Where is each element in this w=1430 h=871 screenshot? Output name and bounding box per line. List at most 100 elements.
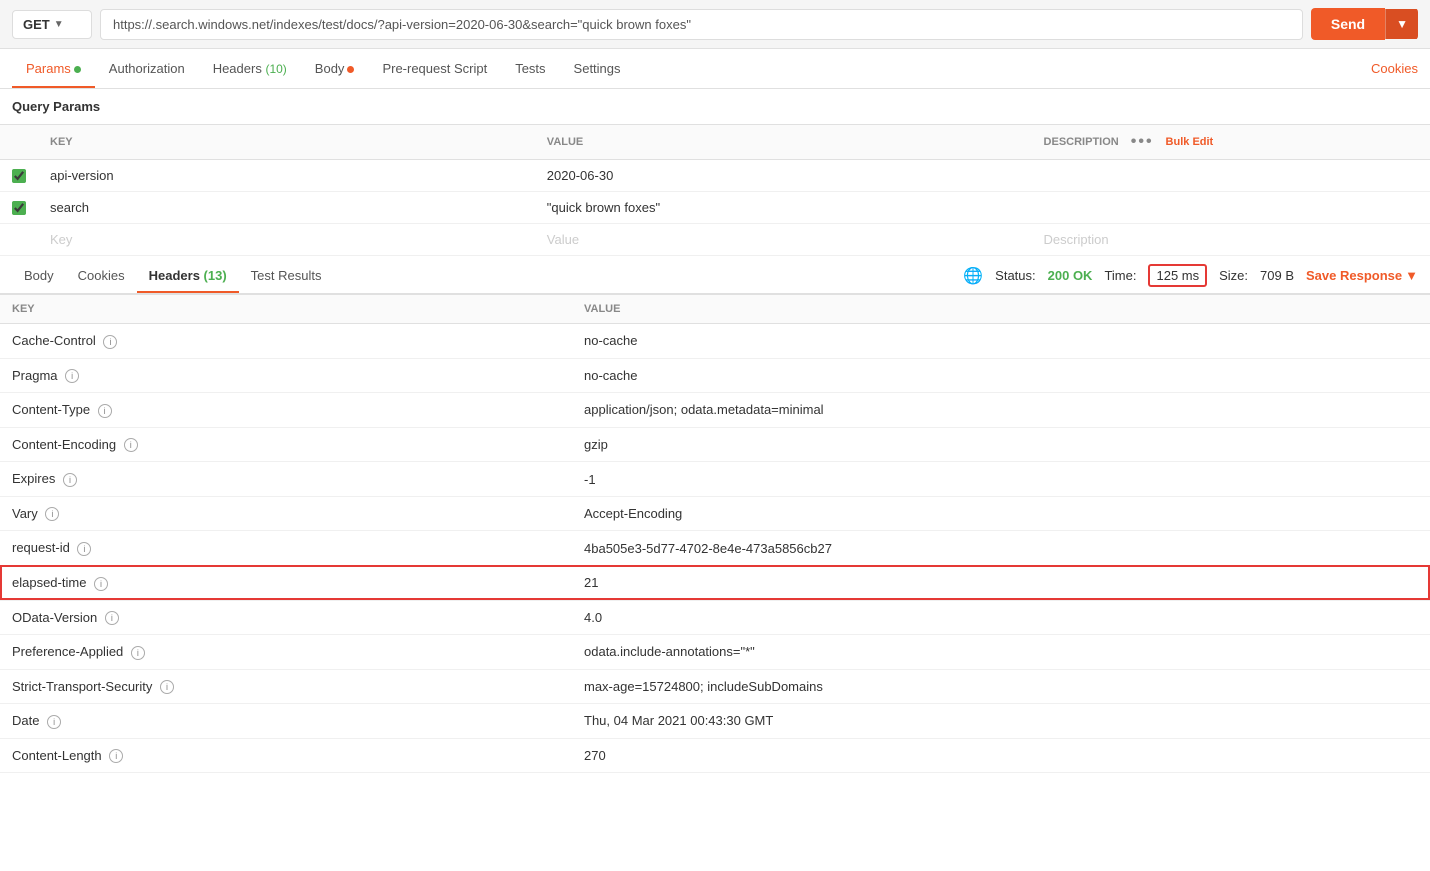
tab-tests[interactable]: Tests <box>501 49 559 88</box>
resp-tab-testresults[interactable]: Test Results <box>239 258 334 293</box>
save-response-button[interactable]: Save Response ▼ <box>1306 268 1418 283</box>
response-tabs: Body Cookies Headers (13) Test Results 🌐… <box>0 258 1430 294</box>
body-dot <box>347 66 354 73</box>
header-val-8: 4.0 <box>572 600 1430 635</box>
size-value: 709 B <box>1260 268 1294 283</box>
table-row: request-id i 4ba505e3-5d77-4702-8e4e-473… <box>0 531 1430 566</box>
info-icon-12[interactable]: i <box>109 749 123 763</box>
header-val-2: application/json; odata.metadata=minimal <box>572 393 1430 428</box>
table-row: Vary i Accept-Encoding <box>0 496 1430 531</box>
row2-checkbox[interactable] <box>12 201 26 215</box>
header-key-6: request-id i <box>0 531 572 566</box>
table-row: api-version 2020-06-30 <box>0 160 1430 192</box>
info-icon-2[interactable]: i <box>98 404 112 418</box>
table-row: Cache-Control i no-cache <box>0 324 1430 359</box>
header-val-1: no-cache <box>572 358 1430 393</box>
row2-description <box>1032 192 1430 224</box>
header-key-7: elapsed-time i <box>0 565 572 600</box>
row1-value: 2020-06-30 <box>535 160 1032 192</box>
info-icon-11[interactable]: i <box>47 715 61 729</box>
row1-checkbox[interactable] <box>12 169 26 183</box>
url-bar: GET ▼ Send ▼ <box>0 0 1430 49</box>
params-th-key: KEY <box>38 125 535 160</box>
tab-params[interactable]: Params <box>12 49 95 88</box>
status-label: Status: <box>995 268 1035 283</box>
row1-description <box>1032 160 1430 192</box>
header-key-2: Content-Type i <box>0 393 572 428</box>
headers-th-value: VALUE <box>572 295 1430 324</box>
table-row-placeholder: Key Value Description <box>0 224 1430 256</box>
info-icon-7[interactable]: i <box>94 577 108 591</box>
header-val-12: 270 <box>572 738 1430 773</box>
header-val-7: 21 <box>572 565 1430 600</box>
header-val-3: gzip <box>572 427 1430 462</box>
tab-prerequest[interactable]: Pre-request Script <box>368 49 501 88</box>
tab-settings[interactable]: Settings <box>560 49 635 88</box>
method-select[interactable]: GET ▼ <box>12 10 92 39</box>
resp-tab-headers[interactable]: Headers (13) <box>137 258 239 293</box>
query-params-title: Query Params <box>0 89 1430 124</box>
send-main-button[interactable]: Send <box>1311 8 1385 40</box>
table-row: OData-Version i 4.0 <box>0 600 1430 635</box>
info-icon-8[interactable]: i <box>105 611 119 625</box>
params-more-options[interactable]: ••• <box>1131 133 1154 151</box>
value-placeholder[interactable]: Value <box>535 224 1032 256</box>
method-label: GET <box>23 17 50 32</box>
row1-key: api-version <box>38 160 535 192</box>
response-status-area: 🌐 Status: 200 OK Time: 125 ms Size: 709 … <box>963 264 1418 287</box>
info-icon-10[interactable]: i <box>160 680 174 694</box>
info-icon-9[interactable]: i <box>131 646 145 660</box>
send-button-group: Send ▼ <box>1311 8 1418 40</box>
bulk-edit-button[interactable]: Bulk Edit <box>1166 136 1214 148</box>
info-icon-3[interactable]: i <box>124 438 138 452</box>
tab-authorization[interactable]: Authorization <box>95 49 199 88</box>
header-val-5: Accept-Encoding <box>572 496 1430 531</box>
header-key-8: OData-Version i <box>0 600 572 635</box>
resp-tab-body[interactable]: Body <box>12 258 66 293</box>
tab-headers[interactable]: Headers (10) <box>199 49 301 88</box>
description-placeholder[interactable]: Description <box>1032 224 1430 256</box>
table-row: Expires i -1 <box>0 462 1430 497</box>
header-val-9: odata.include-annotations="*" <box>572 635 1430 670</box>
header-key-4: Expires i <box>0 462 572 497</box>
info-icon-0[interactable]: i <box>103 335 117 349</box>
resp-tab-cookies[interactable]: Cookies <box>66 258 137 293</box>
time-label: Time: <box>1104 268 1136 283</box>
header-val-10: max-age=15724800; includeSubDomains <box>572 669 1430 704</box>
info-icon-4[interactable]: i <box>63 473 77 487</box>
info-icon-5[interactable]: i <box>45 507 59 521</box>
headers-table: KEY VALUE Cache-Control i no-cache Pragm… <box>0 294 1430 773</box>
table-row: Preference-Applied i odata.include-annot… <box>0 635 1430 670</box>
params-th-value: VALUE <box>535 125 1032 160</box>
params-th-description: DESCRIPTION ••• Bulk Edit <box>1032 125 1430 160</box>
header-key-1: Pragma i <box>0 358 572 393</box>
header-val-6: 4ba505e3-5d77-4702-8e4e-473a5856cb27 <box>572 531 1430 566</box>
cookies-link[interactable]: Cookies <box>1371 61 1418 76</box>
send-dropdown-button[interactable]: ▼ <box>1385 9 1418 39</box>
header-val-0: no-cache <box>572 324 1430 359</box>
headers-scroll-area: KEY VALUE Cache-Control i no-cache Pragm… <box>0 294 1430 773</box>
params-th-checkbox <box>0 125 38 160</box>
header-key-0: Cache-Control i <box>0 324 572 359</box>
tab-body[interactable]: Body <box>301 49 369 88</box>
table-row: Content-Encoding i gzip <box>0 427 1430 462</box>
table-row: Pragma i no-cache <box>0 358 1430 393</box>
table-row: Strict-Transport-Security i max-age=1572… <box>0 669 1430 704</box>
url-input[interactable] <box>100 9 1303 40</box>
headers-th-key: KEY <box>0 295 572 324</box>
resp-headers-badge: (13) <box>204 268 227 283</box>
info-icon-1[interactable]: i <box>65 369 79 383</box>
table-row: Content-Type i application/json; odata.m… <box>0 393 1430 428</box>
header-key-11: Date i <box>0 704 572 739</box>
globe-icon: 🌐 <box>963 266 983 286</box>
request-tabs: Params Authorization Headers (10) Body P… <box>0 49 1430 89</box>
headers-badge: (10) <box>265 62 286 76</box>
table-row: Content-Length i 270 <box>0 738 1430 773</box>
row2-key: search <box>38 192 535 224</box>
row2-value: "quick brown foxes" <box>535 192 1032 224</box>
size-label: Size: <box>1219 268 1248 283</box>
header-key-5: Vary i <box>0 496 572 531</box>
info-icon-6[interactable]: i <box>77 542 91 556</box>
key-placeholder[interactable]: Key <box>38 224 535 256</box>
header-key-3: Content-Encoding i <box>0 427 572 462</box>
